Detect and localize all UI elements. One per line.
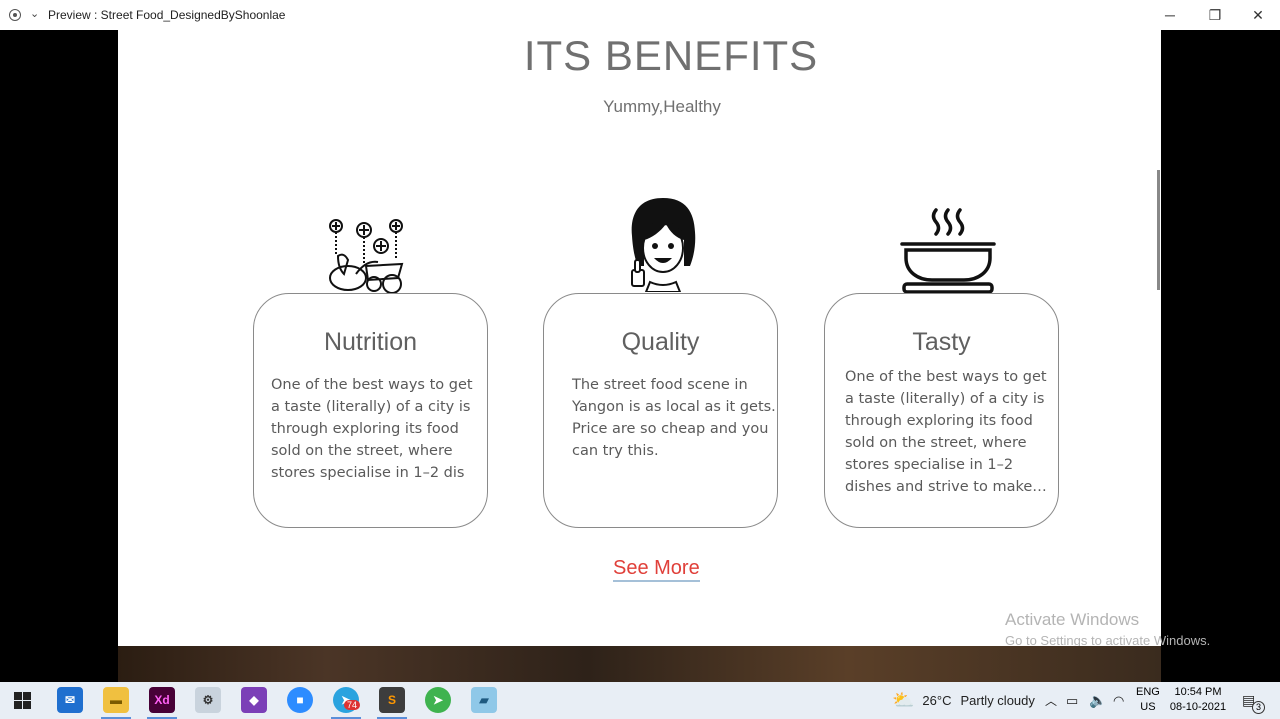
notes-icon[interactable]: ▰	[471, 687, 497, 713]
notification-icon[interactable]: ▤	[1242, 682, 1255, 719]
card-text-line: The street food scene in	[572, 377, 748, 393]
telegram-badge: 74	[344, 700, 361, 710]
close-button[interactable]: ✕	[1236, 0, 1280, 30]
sublime-text-icon[interactable]: S	[379, 687, 405, 713]
preview-page: ITS BENEFITS Yummy,Healthy Nutrition One…	[118, 30, 1161, 646]
network-tool-icon[interactable]: ⚙	[195, 687, 221, 713]
card-text-line: through exploring its food	[271, 421, 459, 437]
partly-cloudy-icon: ⛅	[892, 690, 915, 710]
groceries-icon	[329, 219, 404, 294]
minimize-button[interactable]: ─	[1148, 0, 1192, 30]
card-title: Quality	[621, 328, 700, 356]
card-description: The street food scene in Yangon is as lo…	[572, 374, 776, 462]
file-explorer-icon[interactable]: ▬	[103, 687, 129, 713]
hero-photo-strip	[118, 646, 1161, 682]
card-text-line: through exploring its food	[845, 413, 1033, 429]
weather-widget[interactable]: ⛅ 26°C Partly cloudy	[892, 682, 1035, 719]
clock-time: 10:54 PM	[1174, 686, 1222, 698]
card-text-line: can try this.	[572, 443, 659, 459]
language-indicator[interactable]: ENG US	[1136, 685, 1160, 715]
card-text-line: Yangon is as local as it gets.	[572, 399, 776, 415]
card-title: Nutrition	[323, 328, 418, 356]
xd-label: Xd	[154, 693, 170, 707]
battery-icon[interactable]: ▭	[1066, 682, 1078, 719]
mail-icon[interactable]: ✉	[57, 687, 83, 713]
card-text-line: One of the best ways to get	[271, 377, 473, 393]
region-code: US	[1140, 701, 1156, 713]
card-text-line: Price are so cheap and you	[572, 421, 769, 437]
section-heading: ITS BENEFITS	[523, 32, 819, 79]
card-text-line: One of the best ways to get	[845, 369, 1047, 385]
chevron-up-icon[interactable]: ︿	[1045, 682, 1057, 719]
benefit-card-quality: Quality The street food scene in Yangon …	[543, 293, 778, 528]
section-subheading: Yummy,Healthy	[603, 97, 721, 116]
window-title: Preview : Street Food_DesignedByShoonlae	[48, 8, 286, 22]
window-titlebar: ⌄ Preview : Street Food_DesignedByShoonl…	[0, 0, 1280, 30]
windows-taskbar: ✉ ▬ Xd ⚙ ◆ ■ ➤ 74 S ➤ ▰ ⛅ 26°C Partly cl…	[0, 682, 1280, 719]
record-icon[interactable]	[9, 9, 21, 21]
card-description: One of the best ways to get a taste (lit…	[845, 366, 1047, 498]
card-text-line: sold on the street, where	[271, 443, 453, 459]
clock[interactable]: 10:54 PM 08-10-2021	[1168, 685, 1228, 715]
card-title: Tasty	[912, 328, 971, 356]
card-text-line: dishes and strive to make…	[845, 479, 1047, 495]
card-text-line: a taste (literally) of a city is	[845, 391, 1045, 407]
activate-windows-watermark: Activate Windows Go to Settings to activ…	[1005, 610, 1210, 648]
vpn-icon[interactable]: ➤	[425, 687, 451, 713]
zoom-icon[interactable]: ■	[287, 687, 313, 713]
weather-text: Partly cloudy	[960, 693, 1035, 708]
volume-icon[interactable]: 🔈	[1089, 682, 1106, 719]
watermark-title: Activate Windows	[1005, 610, 1140, 629]
page-scrollbar[interactable]	[1157, 170, 1160, 290]
girl-thumbs-up-icon	[631, 198, 696, 292]
card-description: One of the best ways to get a taste (lit…	[271, 374, 473, 484]
card-text-line: stores specialise in 1–2 dis	[271, 465, 465, 481]
adobe-xd-icon[interactable]: Xd	[149, 687, 175, 713]
chevron-down-icon[interactable]: ⌄	[30, 7, 39, 20]
weather-temp: 26°C	[922, 693, 952, 708]
visual-studio-icon[interactable]: ◆	[241, 687, 267, 713]
card-text-line: a taste (literally) of a city is	[271, 399, 471, 415]
see-more-link[interactable]: See More	[613, 557, 700, 582]
clock-date: 08-10-2021	[1169, 701, 1227, 713]
restore-button[interactable]: ❐	[1193, 0, 1237, 30]
windows-start-icon[interactable]	[14, 692, 31, 709]
wifi-icon[interactable]: ◠	[1113, 682, 1124, 719]
card-text-line: sold on the street, where	[845, 435, 1027, 451]
language-code: ENG	[1136, 686, 1160, 698]
card-text-line: stores specialise in 1–2	[845, 457, 1014, 473]
benefit-card-tasty: Tasty One of the best ways to get a tast…	[824, 293, 1059, 528]
benefit-card-nutrition: Nutrition One of the best ways to get a …	[253, 293, 488, 528]
hot-bowl-icon	[900, 208, 996, 294]
notification-count: 3	[1252, 701, 1265, 714]
